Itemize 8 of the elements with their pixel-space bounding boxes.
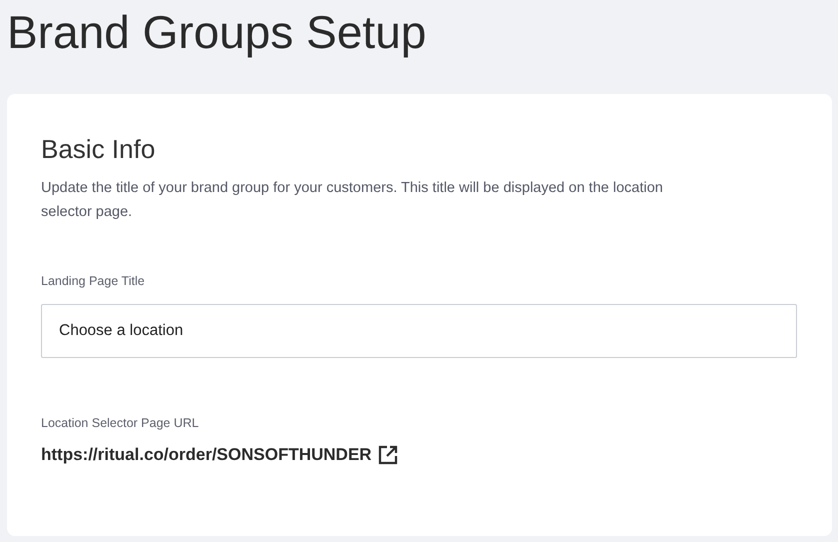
section-title: Basic Info: [41, 133, 156, 166]
external-link-icon[interactable]: [376, 444, 399, 466]
field-label: Landing Page Title: [41, 274, 145, 288]
page-url: https://ritual.co/order/SONSOFTHUNDER: [41, 445, 372, 465]
section-description: Update the title of your brand group for your customers. This title will be displayed on the location selector page.: [41, 179, 664, 222]
page-title: Brand Groups Setup: [6, 5, 428, 60]
field-label: Location Selector Page URL: [41, 416, 199, 430]
landing-page-title-field[interactable]: Choose a location: [41, 304, 797, 358]
